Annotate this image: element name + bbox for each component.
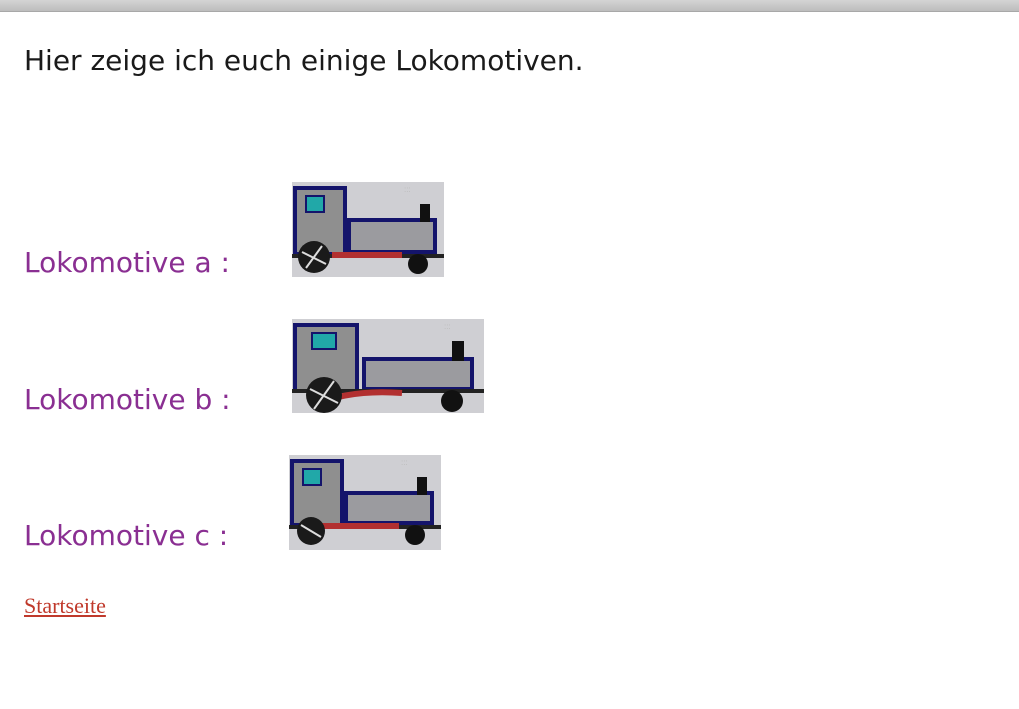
page-content: Hier zeige ich euch einige Lokomotiven. … — [0, 0, 1019, 709]
locomotive-row-c: Lokomotive c : ::: — [24, 453, 454, 553]
svg-text::::: ::: — [401, 458, 408, 467]
locomotive-label-a: Lokomotive a : — [24, 246, 230, 279]
locomotive-label-b: Lokomotive b : — [24, 383, 231, 416]
intro-text: Hier zeige ich euch einige Lokomotiven. — [24, 44, 584, 77]
locomotive-image-c: ::: — [289, 455, 441, 550]
locomotive-image-b: ::: — [292, 319, 484, 413]
locomotive-row-b: Lokomotive b : ::: — [24, 317, 494, 417]
locomotive-row-a: Lokomotive a : ::: — [24, 180, 454, 280]
locomotive-image-a: ::: — [292, 182, 444, 277]
locomotive-label-c: Lokomotive c : — [24, 519, 229, 552]
svg-text::::: ::: — [444, 322, 451, 331]
svg-text::::: ::: — [404, 185, 411, 194]
startseite-link[interactable]: Startseite — [24, 593, 106, 619]
